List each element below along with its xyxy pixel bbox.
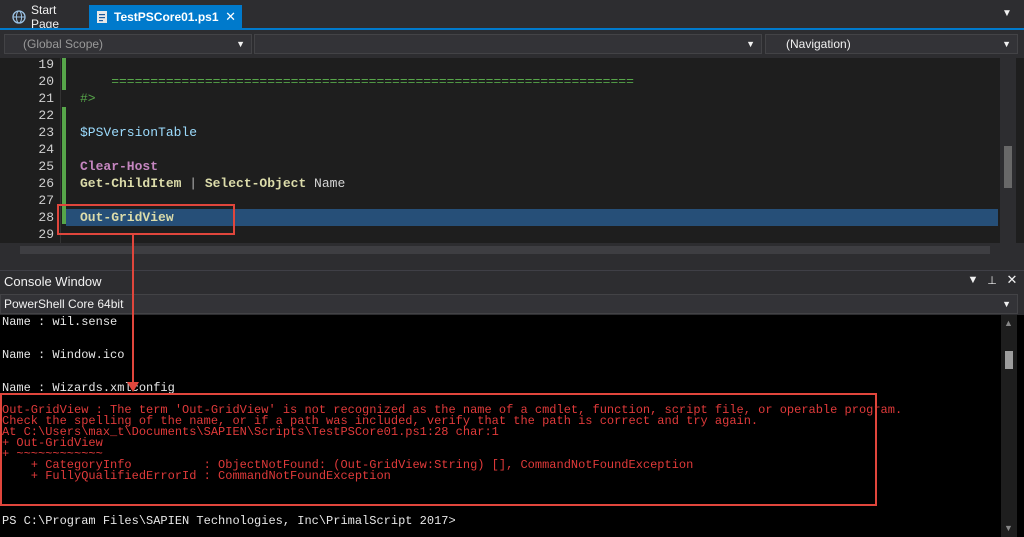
scrollbar-thumb[interactable] (1004, 146, 1012, 188)
line-number: 22 (38, 108, 54, 123)
change-marker (62, 58, 66, 90)
globe-icon (12, 9, 26, 24)
chevron-down-icon: ▼ (1002, 299, 1011, 309)
line-number: 26 (38, 176, 54, 191)
chevron-up-icon[interactable]: ▲ (1004, 318, 1013, 328)
line-number: 20 (38, 74, 54, 89)
console-output-line: Name : Window.ico (2, 348, 125, 362)
console-vertical-scrollbar[interactable]: ▲ ▼ (1001, 315, 1017, 537)
scope-dropdown[interactable]: (Global Scope) ▼ (4, 34, 252, 54)
tab-testpscore01[interactable]: TestPSCore01.ps1 ✕ (89, 5, 242, 28)
chevron-down-icon: ▼ (746, 39, 755, 49)
line-number-gutter: 19 20 21 22 23 24 25 26 27 28 29 (0, 57, 61, 243)
line-number: 21 (38, 91, 54, 106)
code-line-25: Clear-Host (80, 159, 159, 174)
console-output-line: Name : wil.sense (2, 315, 118, 329)
console-window-header: Console Window ▼ ⊥ ✕ (0, 270, 1024, 293)
pin-icon[interactable]: ⊥ (985, 274, 999, 287)
scrollbar-thumb[interactable] (20, 246, 990, 254)
close-icon[interactable]: ✕ (225, 9, 236, 25)
navigation-dropdown[interactable]: (Navigation) ▼ (765, 34, 1018, 54)
script-icon (97, 10, 107, 23)
editor-horizontal-scrollbar[interactable] (0, 243, 1024, 257)
tab-list-dropdown-icon[interactable]: ▼ (998, 8, 1016, 22)
cmdlet-token: Get-ChildItem (80, 176, 182, 191)
shell-selector-value: PowerShell Core 64bit (4, 297, 124, 311)
scope-dropdown-value: (Global Scope) (23, 37, 104, 51)
member-dropdown[interactable]: ▼ (254, 34, 762, 54)
annotation-highlight-box (57, 204, 235, 235)
cmdlet-token: Select-Object (204, 176, 307, 191)
line-number: 28 (38, 210, 54, 225)
window-position-dropdown-icon[interactable]: ▼ (966, 274, 980, 286)
pipe-token: | (181, 176, 205, 191)
argument-token: Name (306, 176, 346, 191)
scrollbar-thumb[interactable] (1005, 351, 1013, 369)
tab-testpscore01-label: TestPSCore01.ps1 (114, 9, 219, 24)
line-number: 27 (38, 193, 54, 208)
document-tab-strip: Start Page TestPSCore01.ps1 ✕ ▼ (0, 0, 1024, 31)
chevron-down-icon[interactable]: ▼ (1004, 523, 1013, 533)
navigation-dropdown-value: (Navigation) (786, 37, 851, 51)
code-line-20: ========================================… (80, 74, 634, 89)
console-prompt[interactable]: PS C:\Program Files\SAPIEN Technologies,… (2, 515, 456, 527)
tab-start-page[interactable]: Start Page (6, 2, 88, 31)
editor-vertical-scrollbar[interactable] (1000, 58, 1016, 243)
close-icon[interactable]: ✕ (1005, 272, 1019, 288)
annotation-arrow-line (132, 235, 134, 385)
line-number: 29 (38, 227, 54, 242)
chevron-down-icon: ▼ (236, 39, 245, 49)
line-number: 19 (38, 57, 54, 72)
console-window-title: Console Window (4, 274, 102, 289)
chevron-down-icon: ▼ (1002, 39, 1011, 49)
tab-start-page-label: Start Page (31, 2, 60, 31)
code-line-26: Get-ChildItem | Select-Object Name (80, 175, 345, 192)
shell-selector-dropdown[interactable]: PowerShell Core 64bit ▼ (0, 294, 1018, 314)
navigation-bar: (Global Scope) ▼ ▼ (Navigation) ▼ (0, 30, 1024, 58)
line-number: 24 (38, 142, 54, 157)
line-number: 23 (38, 125, 54, 140)
line-number: 25 (38, 159, 54, 174)
code-line-23: $PSVersionTable (80, 125, 198, 140)
annotation-arrow-head (127, 382, 139, 392)
code-line-21: #> (80, 91, 96, 106)
error-highlight-box (0, 393, 877, 506)
